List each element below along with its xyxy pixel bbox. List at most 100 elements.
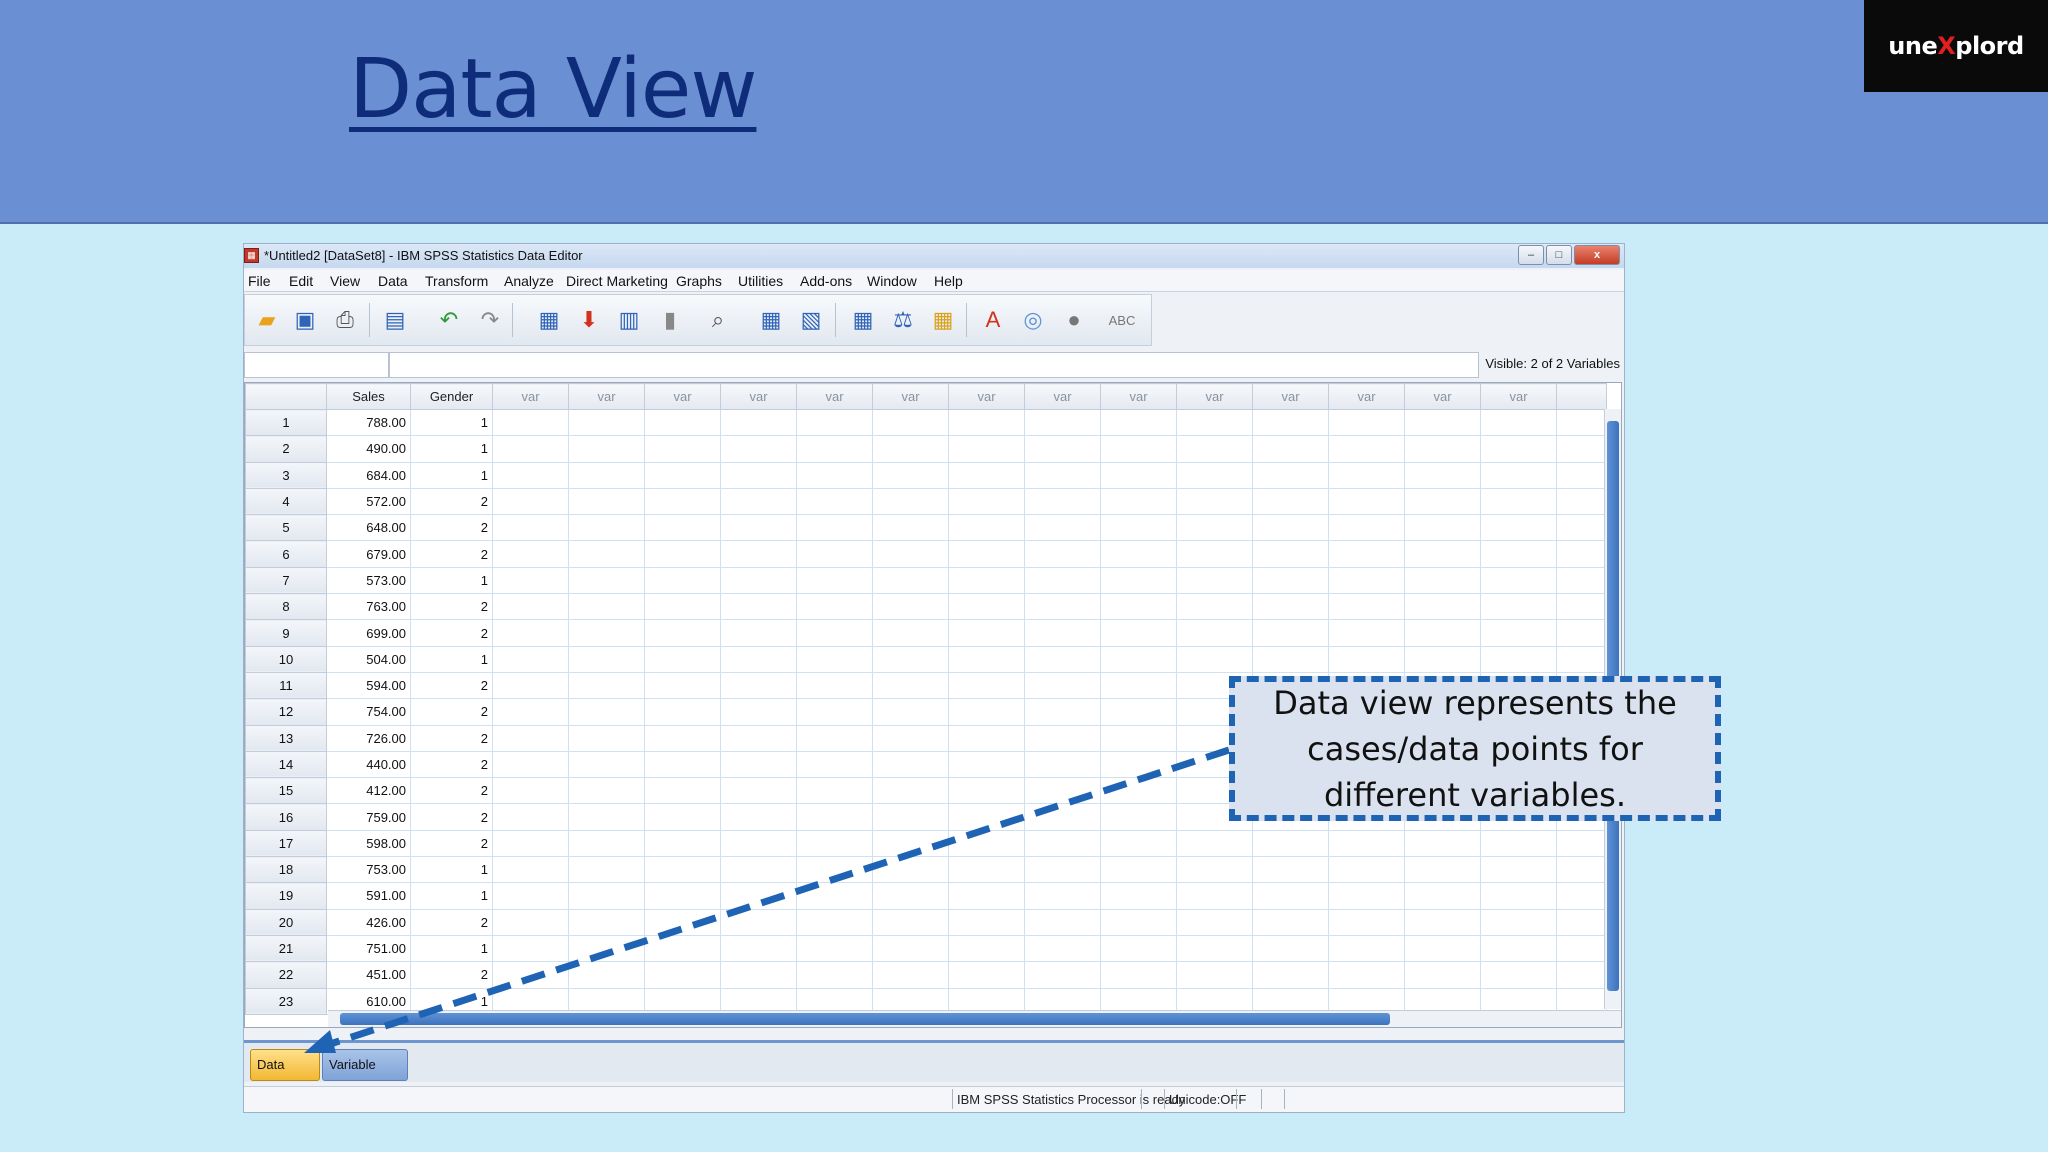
use-sets-icon[interactable]: ◎ [1018,305,1048,335]
menu-view[interactable]: View [330,273,360,289]
empty-cell[interactable] [1024,829,1101,858]
empty-cell[interactable] [720,934,797,963]
sales-cell[interactable]: 648.00 [326,514,411,542]
empty-cell[interactable] [1480,882,1557,910]
empty-cell[interactable] [644,750,721,779]
find-icon[interactable]: ⌕ [703,305,733,335]
redo-icon[interactable]: ↷ [475,305,505,335]
empty-cell[interactable] [948,777,1025,805]
empty-cell[interactable] [872,724,949,752]
sales-cell[interactable]: 598.00 [326,829,411,858]
gender-cell[interactable]: 2 [410,750,493,779]
menu-transform[interactable]: Transform [425,273,488,289]
table-row[interactable]: 8 763.00 2 [245,593,1607,621]
empty-cell[interactable] [720,829,797,858]
empty-cell[interactable] [720,803,797,831]
empty-cell[interactable] [1252,514,1329,542]
gender-cell[interactable]: 2 [410,777,493,805]
empty-cell[interactable] [720,645,797,673]
empty-cell[interactable] [1404,619,1481,647]
gender-cell[interactable]: 2 [410,961,493,989]
empty-cell[interactable] [568,934,645,963]
empty-cell[interactable] [1252,645,1329,673]
empty-cell[interactable] [796,934,873,963]
empty-cell[interactable] [1024,593,1101,621]
column-header-var[interactable]: var [1100,383,1177,410]
row-number[interactable]: 19 [245,882,327,910]
row-number[interactable]: 21 [245,934,327,963]
gender-cell[interactable]: 2 [410,724,493,752]
sales-cell[interactable]: 591.00 [326,882,411,910]
empty-cell[interactable] [796,961,873,989]
empty-cell[interactable] [1100,514,1177,542]
sales-cell[interactable]: 759.00 [326,803,411,831]
empty-cell[interactable] [1100,961,1177,989]
empty-cell[interactable] [1024,645,1101,673]
run-descriptives-icon[interactable]: ▮ [655,305,685,335]
empty-cell[interactable] [492,671,569,700]
empty-cell[interactable] [1480,961,1557,989]
empty-cell[interactable] [1176,566,1253,595]
empty-cell[interactable] [1024,908,1101,936]
sales-cell[interactable]: 426.00 [326,908,411,936]
empty-cell[interactable] [872,961,949,989]
menu-graphs[interactable]: Graphs [676,273,722,289]
empty-cell[interactable] [1404,908,1481,936]
gender-cell[interactable]: 1 [410,645,493,673]
gender-cell[interactable]: 1 [410,566,493,595]
empty-cell[interactable] [948,803,1025,831]
empty-cell[interactable] [568,750,645,779]
empty-cell[interactable] [568,698,645,726]
weight-cases-icon[interactable]: ⚖ [888,305,918,335]
empty-cell[interactable] [872,645,949,673]
empty-cell[interactable] [644,777,721,805]
gender-cell[interactable]: 1 [410,882,493,910]
menu-utilities[interactable]: Utilities [738,273,783,289]
empty-cell[interactable] [720,908,797,936]
sales-cell[interactable]: 726.00 [326,724,411,752]
empty-cell[interactable] [1100,750,1177,779]
row-number[interactable]: 6 [245,540,327,568]
empty-cell[interactable] [1404,961,1481,989]
empty-cell[interactable] [568,882,645,910]
empty-cell[interactable] [644,593,721,621]
empty-cell[interactable] [1404,856,1481,884]
empty-cell[interactable] [1252,593,1329,621]
empty-cell[interactable] [1100,856,1177,884]
empty-cell[interactable] [1252,908,1329,936]
empty-cell[interactable] [1328,566,1405,595]
empty-cell[interactable] [492,777,569,805]
empty-cell[interactable] [1024,856,1101,884]
empty-cell[interactable] [796,698,873,726]
gender-cell[interactable]: 2 [410,540,493,568]
empty-cell[interactable] [948,698,1025,726]
empty-cell[interactable] [1480,645,1557,673]
empty-cell[interactable] [948,961,1025,989]
empty-cell[interactable] [568,856,645,884]
minimize-button[interactable]: – [1518,245,1544,265]
row-number[interactable]: 17 [245,829,327,858]
table-row[interactable]: 2 490.00 1 [245,435,1607,463]
empty-cell[interactable] [1024,671,1101,700]
empty-cell[interactable] [872,487,949,516]
sales-cell[interactable]: 751.00 [326,934,411,963]
empty-cell[interactable] [644,803,721,831]
tab-data-view[interactable]: Data View [250,1049,320,1102]
empty-cell[interactable] [1328,645,1405,673]
empty-cell[interactable] [948,514,1025,542]
empty-cell[interactable] [1480,487,1557,516]
empty-cell[interactable] [568,540,645,568]
row-number[interactable]: 11 [245,671,327,700]
empty-cell[interactable] [492,566,569,595]
empty-cell[interactable] [1404,435,1481,463]
empty-cell[interactable] [1176,908,1253,936]
row-number[interactable]: 4 [245,487,327,516]
menu-edit[interactable]: Edit [289,273,313,289]
empty-cell[interactable] [644,435,721,463]
gender-cell[interactable]: 2 [410,671,493,700]
empty-cell[interactable] [1176,961,1253,989]
empty-cell[interactable] [492,856,569,884]
table-row[interactable]: 20 426.00 2 [245,908,1607,936]
empty-cell[interactable] [1252,934,1329,963]
empty-cell[interactable] [948,645,1025,673]
